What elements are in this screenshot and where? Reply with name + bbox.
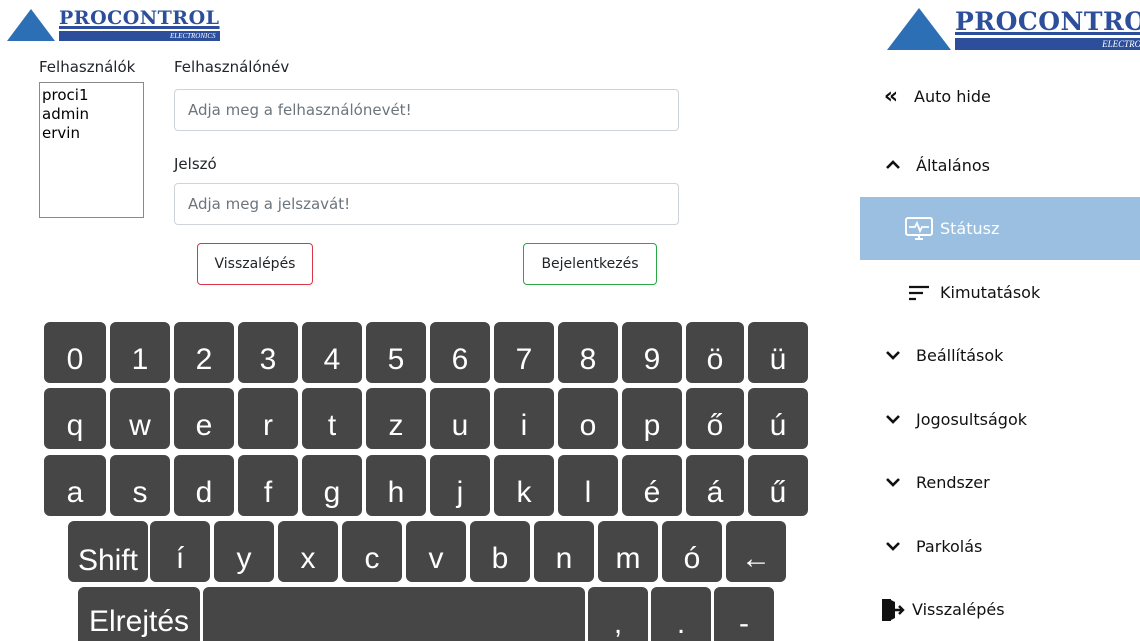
- key[interactable]: n: [534, 521, 594, 582]
- logo-triangle-icon: [887, 8, 951, 50]
- key[interactable]: j: [430, 455, 490, 516]
- logo-subtitle: ELECTRONICS: [955, 38, 1140, 50]
- key[interactable]: .: [651, 587, 711, 641]
- sidebar-item-label: Auto hide: [914, 87, 991, 106]
- key[interactable]: y: [214, 521, 274, 582]
- key[interactable]: í: [150, 521, 210, 582]
- key[interactable]: h: [366, 455, 426, 516]
- sidebar-item-label: Beállítások: [916, 346, 1004, 365]
- key[interactable]: r: [238, 388, 298, 449]
- chevron-down-icon: [880, 536, 906, 557]
- chevron-down-icon: [880, 409, 906, 430]
- key[interactable]: b: [470, 521, 530, 582]
- key[interactable]: ó: [662, 521, 722, 582]
- logo-triangle-icon: [7, 9, 55, 41]
- key[interactable]: 0: [44, 322, 106, 383]
- key[interactable]: k: [494, 455, 554, 516]
- key[interactable]: 5: [366, 322, 426, 383]
- key[interactable]: 4: [302, 322, 362, 383]
- key[interactable]: p: [622, 388, 682, 449]
- key[interactable]: ö: [686, 322, 744, 383]
- sidebar-item-beallitasok[interactable]: Beállítások: [860, 324, 1140, 387]
- key[interactable]: 1: [110, 322, 170, 383]
- key[interactable]: q: [44, 388, 106, 449]
- key[interactable]: 9: [622, 322, 682, 383]
- monitor-pulse-icon: [904, 216, 934, 242]
- sort-lines-icon: [908, 284, 930, 302]
- key[interactable]: t: [302, 388, 362, 449]
- sidebar-item-label: Kimutatások: [940, 283, 1041, 302]
- logo-name: PROCONTROL: [59, 7, 220, 29]
- key[interactable]: ú: [748, 388, 808, 449]
- key[interactable]: d: [174, 455, 234, 516]
- users-listbox[interactable]: proci1 admin ervin: [39, 82, 144, 218]
- sidebar-item-visszalepes[interactable]: Visszalépés: [860, 578, 1140, 641]
- key[interactable]: ,: [588, 587, 648, 641]
- sidebar-item-parkolas[interactable]: Parkolás: [860, 515, 1140, 578]
- key[interactable]: 6: [430, 322, 490, 383]
- sidebar-item-rendszer[interactable]: Rendszer: [860, 451, 1140, 514]
- double-chevron-left-icon: «: [883, 84, 899, 109]
- login-button[interactable]: Bejelentkezés: [523, 243, 657, 285]
- password-input[interactable]: [174, 183, 679, 225]
- key[interactable]: ü: [748, 322, 808, 383]
- key[interactable]: g: [302, 455, 362, 516]
- key[interactable]: ő: [686, 388, 744, 449]
- sidebar-item-label: Jogosultságok: [916, 410, 1027, 429]
- chevron-up-icon: [880, 155, 906, 176]
- key[interactable]: f: [238, 455, 298, 516]
- exit-door-icon: [880, 597, 906, 623]
- key[interactable]: e: [174, 388, 234, 449]
- key[interactable]: -: [714, 587, 774, 641]
- key[interactable]: 2: [174, 322, 234, 383]
- key[interactable]: w: [110, 388, 170, 449]
- key[interactable]: m: [598, 521, 658, 582]
- key[interactable]: c: [342, 521, 402, 582]
- procontrol-logo: PROCONTROL ELECTRONICS: [7, 8, 220, 41]
- key[interactable]: z: [366, 388, 426, 449]
- chevron-down-icon: [880, 472, 906, 493]
- key[interactable]: 3: [238, 322, 298, 383]
- key[interactable]: s: [110, 455, 170, 516]
- user-option[interactable]: proci1: [42, 86, 141, 105]
- username-input[interactable]: [174, 89, 679, 131]
- sidebar-item-label: Általános: [916, 156, 990, 175]
- password-label: Jelszó: [174, 155, 217, 173]
- key[interactable]: u: [430, 388, 490, 449]
- sidebar-item-label: Rendszer: [916, 473, 990, 492]
- sidebar-item-statusz[interactable]: Státusz: [860, 197, 1140, 260]
- shift-key[interactable]: Shift: [68, 521, 148, 582]
- user-option[interactable]: ervin: [42, 124, 141, 143]
- sidebar-procontrol-logo: PROCONTROL ELECTRONICS: [887, 8, 1140, 50]
- key[interactable]: 8: [558, 322, 618, 383]
- key[interactable]: i: [494, 388, 554, 449]
- logo-subtitle: ELECTRONICS: [59, 31, 220, 41]
- sidebar-auto-hide[interactable]: « Auto hide: [860, 65, 1140, 128]
- key[interactable]: o: [558, 388, 618, 449]
- key[interactable]: l: [558, 455, 618, 516]
- logo-name: PROCONTROL: [955, 7, 1140, 36]
- key[interactable]: é: [622, 455, 682, 516]
- key[interactable]: v: [406, 521, 466, 582]
- key[interactable]: á: [686, 455, 744, 516]
- space-key[interactable]: [203, 587, 585, 641]
- chevron-down-icon: [880, 345, 906, 366]
- sidebar-item-jogosultsagok[interactable]: Jogosultságok: [860, 388, 1140, 451]
- hide-keyboard-key[interactable]: Elrejtés: [78, 587, 200, 641]
- sidebar-item-label: Visszalépés: [912, 600, 1005, 619]
- key[interactable]: ű: [748, 455, 808, 516]
- backspace-key[interactable]: ←: [726, 521, 786, 582]
- key[interactable]: 7: [494, 322, 554, 383]
- username-label: Felhasználónév: [174, 58, 290, 76]
- sidebar-item-altalanos[interactable]: Általános: [860, 134, 1140, 197]
- key[interactable]: x: [278, 521, 338, 582]
- users-label: Felhasználók: [39, 58, 136, 76]
- sidebar-item-label: Státusz: [940, 219, 1000, 238]
- sidebar-item-kimutatasok[interactable]: Kimutatások: [860, 261, 1140, 324]
- sidebar-item-label: Parkolás: [916, 537, 983, 556]
- key[interactable]: a: [44, 455, 106, 516]
- user-option[interactable]: admin: [42, 105, 141, 124]
- back-button[interactable]: Visszalépés: [197, 243, 313, 285]
